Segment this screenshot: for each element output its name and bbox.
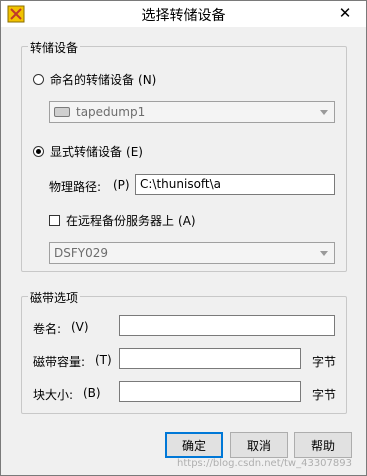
block-size-field[interactable] [119,381,301,402]
remote-backup-checkbox[interactable]: 在远程备份服务器上 (A) [49,212,196,229]
radio-indicator[interactable] [33,74,44,85]
block-size-accel: (B) [83,386,101,400]
radio-indicator-selected[interactable] [33,146,44,157]
title-bar: 选择转储设备 ✕ [1,1,366,27]
tape-capacity-field[interactable] [119,348,301,369]
tape-capacity-unit: 字节 [312,355,337,369]
watermark: https://blog.csdn.net/tw_43307893 [177,458,352,469]
explicit-device-accel: (E) [126,144,143,159]
close-button[interactable]: ✕ [334,3,356,23]
remote-backup-accel: (A) [178,213,196,228]
backup-server-value: DSFY029 [54,246,108,260]
block-size-unit: 字节 [312,388,337,402]
physical-path-label: 物理路径: [49,180,102,194]
physical-path-field[interactable]: C:\thunisoft\a [135,174,335,195]
named-device-label: 命名的转储设备 [50,73,135,87]
explicit-device-radio[interactable]: 显式转储设备 (E) [33,143,143,160]
tape-capacity-label: 磁带容量: [33,355,86,369]
cancel-button[interactable]: 取消 [230,432,288,458]
physical-path-accel: (P) [113,178,130,192]
ok-button[interactable]: 确定 [165,432,223,458]
window-title: 选择转储设备 [141,8,226,24]
named-device-radio[interactable]: 命名的转储设备 (N) [33,71,156,88]
device-group-title: 转储设备 [28,39,81,56]
help-button[interactable]: 帮助 [294,432,352,458]
chevron-down-icon[interactable] [316,104,332,120]
explicit-device-label: 显式转储设备 [50,145,123,159]
tape-drive-icon [54,107,70,117]
remote-backup-label: 在远程备份服务器上 [66,214,175,228]
block-size-label: 块大小: [33,388,74,402]
volume-name-field[interactable] [119,315,335,336]
checkbox-indicator[interactable] [49,215,60,226]
tape-capacity-accel: (T) [95,353,112,367]
named-device-combo[interactable]: tapedump1 [49,101,335,123]
backup-server-combo[interactable]: DSFY029 [49,242,335,264]
tape-group-title: 磁带选项 [28,289,81,306]
named-device-value: tapedump1 [76,105,146,119]
chevron-down-icon[interactable] [316,245,332,261]
volume-name-label: 卷名: [33,322,62,336]
named-device-accel: (N) [138,72,157,87]
close-icon: ✕ [338,4,352,22]
dialog-window: 选择转储设备 ✕ 转储设备 命名的转储设备 (N) tapedump1 显式转储… [0,0,367,476]
volume-name-accel: (V) [71,320,89,334]
